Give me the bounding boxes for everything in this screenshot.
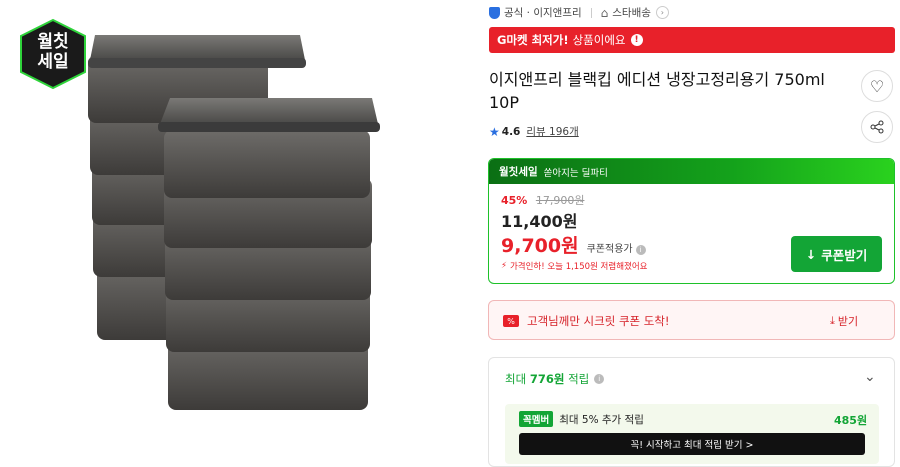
sale-header: 월칫세일 쏟아지는 딜파티 xyxy=(489,159,894,184)
download-icon: ⤓ xyxy=(830,314,835,327)
coupon-download-button[interactable]: ↓ 쿠폰받기 xyxy=(791,236,882,272)
star-delivery-label[interactable]: 스타배송 xyxy=(612,5,651,20)
wishlist-button[interactable]: ♡ xyxy=(861,70,893,102)
original-price: 17,900원 xyxy=(535,194,585,207)
coupon-icon: % xyxy=(503,315,519,327)
discount-row: 45% 17,900원 xyxy=(501,192,584,208)
home-icon: ⌂ xyxy=(600,5,609,20)
coupon-button-label: 쿠폰받기 xyxy=(821,247,868,263)
lightning-icon: ⚡ xyxy=(501,261,507,271)
coupon-price-row: 9,700원 쿠폰적용가 i xyxy=(501,231,646,258)
heart-icon: ♡ xyxy=(869,76,885,96)
points-prefix: 최대 xyxy=(505,372,530,386)
rating-score: 4.6 xyxy=(501,125,521,138)
share-button[interactable] xyxy=(861,111,893,143)
points-suffix: 적립 xyxy=(564,372,590,386)
banner-text: 상품이에요 xyxy=(572,33,626,47)
price-drop-text: 가격인하! 오늘 1,150원 저렴해졌어요 xyxy=(509,262,648,272)
price-drop-note: ⚡ 가격인하! 오늘 1,150원 저렴해졌어요 xyxy=(501,260,647,272)
secret-coupon-text: 고객님께만 시크릿 쿠폰 도착! xyxy=(527,314,670,328)
divider xyxy=(590,7,592,18)
monthly-sale-badge: 월칫 세일 xyxy=(17,18,89,90)
review-link[interactable]: 리뷰 196개 xyxy=(526,124,578,139)
download-icon: ↓ xyxy=(805,246,817,262)
seller-row: 공식 · 이지앤프리 ⌂ 스타배송 › xyxy=(489,5,669,20)
banner-bold: G마켓 최저가! xyxy=(497,33,569,47)
member-start-button[interactable]: 꼭! 시작하고 최대 적립 받기 > xyxy=(519,433,865,455)
member-text: 최대 5% 추가 적립 xyxy=(559,413,644,426)
badge-line1: 월칫 xyxy=(37,32,69,52)
secret-receive-button[interactable]: ⤓ 받기 xyxy=(830,313,858,329)
official-seller-link[interactable]: 공식 · 이지앤프리 xyxy=(504,5,582,20)
discount-rate: 45% xyxy=(501,194,528,207)
sale-price: 11,400원 xyxy=(501,212,578,231)
sale-subtitle: 쏟아지는 딜파티 xyxy=(543,167,608,179)
share-icon xyxy=(870,120,884,134)
member-brand: 꼭멤버 xyxy=(519,411,554,427)
info-icon[interactable]: i xyxy=(635,245,646,255)
chevron-down-icon[interactable]: ⌄ xyxy=(864,369,876,385)
sale-brand: 월칫세일 xyxy=(499,166,538,178)
points-amount: 776원 xyxy=(529,372,565,386)
shield-icon xyxy=(489,6,500,19)
product-image: 월칫 세일 xyxy=(0,0,465,462)
info-icon[interactable]: i xyxy=(594,374,605,384)
coupon-price: 9,700원 xyxy=(501,235,579,257)
secret-receive-label: 받기 xyxy=(837,315,859,328)
lowest-price-banner: G마켓 최저가! 상품이에요 ! xyxy=(489,27,895,53)
member-amount: 485원 xyxy=(834,414,868,427)
max-points-row: 최대 776원 적립 i xyxy=(505,371,605,387)
member-row: 꼭멤버 최대 5% 추가 적립 xyxy=(519,411,644,427)
coupon-applied-label: 쿠폰적용가 xyxy=(586,244,633,255)
star-icon: ★ xyxy=(489,124,500,139)
chevron-right-icon[interactable]: › xyxy=(655,6,669,19)
info-icon[interactable]: ! xyxy=(630,34,643,46)
secret-coupon-row: % 고객님께만 시크릿 쿠폰 도착! xyxy=(503,313,670,329)
badge-line2: 세일 xyxy=(37,52,69,72)
product-title: 이지앤프리 블랙킵 에디션 냉장고정리용기 750ml 10P xyxy=(489,70,825,112)
rating-row: ★ 4.6 리뷰 196개 xyxy=(489,124,579,139)
